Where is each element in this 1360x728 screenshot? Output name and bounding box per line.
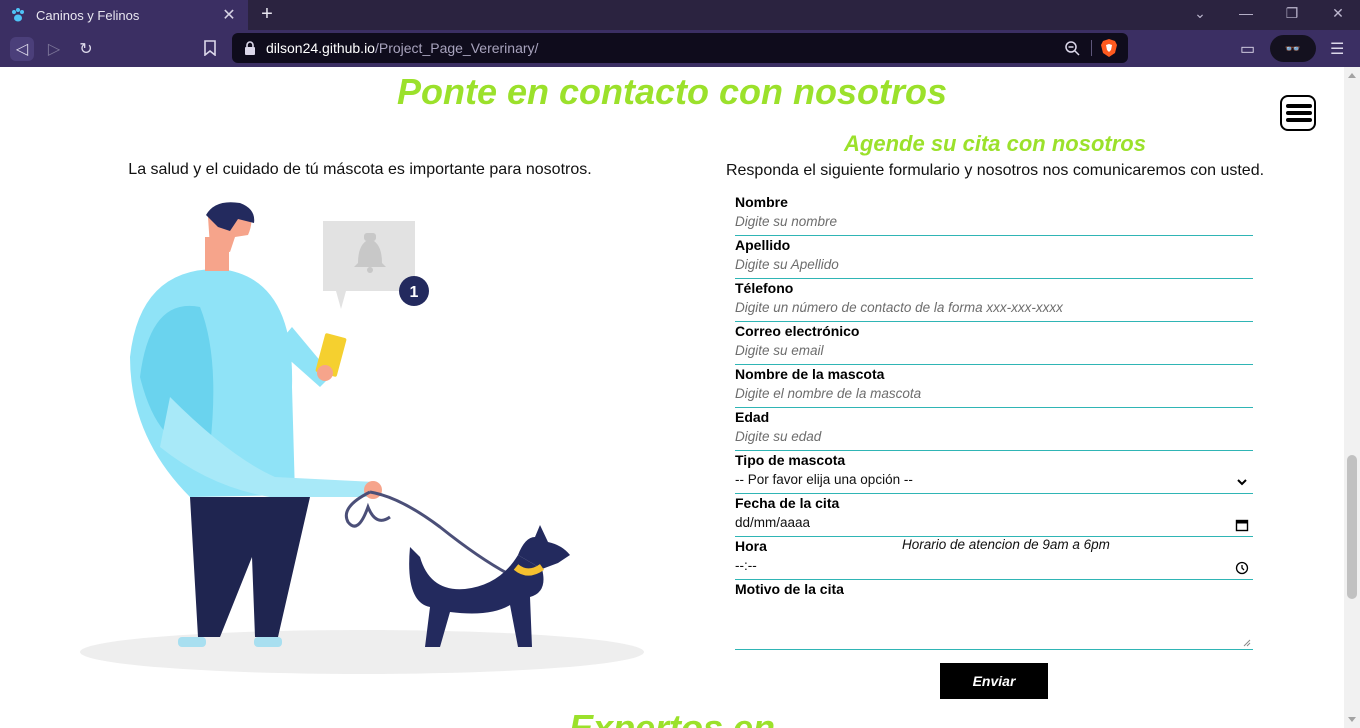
forward-button[interactable]: ▷ [42,37,66,61]
bookmark-icon[interactable] [204,40,216,56]
field-label: Tipo de mascota [735,452,846,468]
tab-title: Caninos y Felinos [36,7,140,23]
man-walking-dog-illustration: 1 [80,202,644,674]
wallet-button[interactable]: 👓 [1270,35,1316,62]
field-label: Télefono [735,280,794,296]
section-title: Expertos en [568,707,776,728]
apellido-field[interactable]: Apellido Digite su Apellido [735,236,1253,279]
resize-handle-icon[interactable] [1243,639,1251,647]
page-content: Ponte en contacto con nosotros La salud … [0,67,1344,728]
new-tab-button[interactable]: + [256,4,278,26]
nombre-field[interactable]: Nombre Digite su nombre [735,193,1253,236]
age-input[interactable]: Digite su edad [735,428,1253,448]
address-bar[interactable]: dilson24.github.io/Project_Page_Vererina… [232,33,1128,63]
scroll-down-icon[interactable] [1348,717,1356,722]
calendar-icon[interactable] [1235,518,1249,532]
field-label: Nombre [735,194,788,210]
pet-type-field[interactable]: Tipo de mascota -- Por favor elija una o… [735,451,1253,494]
browser-tab-bar: Caninos y Felinos ✕ + ⌄ — ❐ ✕ [0,0,1360,30]
telefono-field[interactable]: Télefono Digite un número de contacto de… [735,279,1253,322]
minimize-button[interactable]: — [1236,5,1256,21]
submit-button[interactable]: Enviar [940,663,1048,699]
restore-button[interactable]: ❐ [1282,5,1302,22]
lock-icon [245,41,255,55]
menu-icon[interactable]: ☰ [1330,39,1344,59]
field-label: Motivo de la cita [735,581,844,597]
scrollbar-thumb[interactable] [1347,455,1357,599]
tab-close-icon[interactable]: ✕ [220,5,238,25]
time-input[interactable]: --:-- [735,557,1253,577]
email-input[interactable]: Digite su email [735,342,1253,362]
field-label: Fecha de la cita [735,495,840,511]
browser-tab[interactable]: Caninos y Felinos ✕ [0,0,248,30]
schedule-note: Horario de atencion de 9am a 6pm [902,537,1110,552]
field-label: Edad [735,409,770,425]
back-button[interactable]: ◁ [10,37,34,61]
chevron-down-icon[interactable] [1235,475,1249,489]
hamburger-menu-icon[interactable] [1280,95,1316,131]
nombre-input[interactable]: Digite su nombre [735,213,1253,233]
date-field[interactable]: Fecha de la cita dd/mm/aaaa [735,494,1253,537]
pet-name-input[interactable]: Digite el nombre de la mascota [735,385,1253,405]
apellido-input[interactable]: Digite su Apellido [735,256,1253,276]
age-field[interactable]: Edad Digite su edad [735,408,1253,451]
url-host: dilson24.github.io [266,40,375,56]
sidebar-toggle-icon[interactable]: ▭ [1240,39,1255,59]
field-label: Apellido [735,237,791,253]
reload-button[interactable]: ↻ [74,37,98,61]
address-separator [1091,40,1092,56]
telefono-input[interactable]: Digite un número de contacto de la forma… [735,299,1253,319]
zoom-icon[interactable] [1064,40,1080,56]
clock-icon[interactable] [1235,561,1249,575]
url-path: /Project_Page_Vererinary/ [374,40,539,56]
pet-type-select[interactable]: -- Por favor elija una opción -- [735,471,1253,491]
appointment-form: Nombre Digite su nombre Apellido Digite … [735,193,1253,650]
pet-name-field[interactable]: Nombre de la mascota Digite el nombre de… [735,365,1253,408]
reason-field[interactable]: Motivo de la cita [735,580,1253,650]
page-scrollbar[interactable] [1344,67,1360,728]
brave-shield-icon[interactable] [1100,38,1118,58]
intro-text: La salud y el cuidado de tú máscota es i… [128,161,592,178]
browser-toolbar: ◁ ▷ ↻ dilson24.github.io/Project_Page_Ve… [0,30,1360,67]
close-window-button[interactable]: ✕ [1328,5,1348,22]
paw-icon [12,8,24,22]
field-label: Nombre de la mascota [735,366,885,382]
page-title: Ponte en contacto con nosotros [396,71,948,112]
date-input[interactable]: dd/mm/aaaa [735,514,1253,534]
field-label: Correo electrónico [735,323,860,339]
notification-count: 1 [410,284,419,301]
form-title: Agende su cita con nosotros [844,131,1146,156]
scroll-up-icon[interactable] [1348,73,1356,78]
email-field[interactable]: Correo electrónico Digite su email [735,322,1253,365]
tab-search-icon[interactable]: ⌄ [1190,5,1210,22]
time-field[interactable]: Hora Horario de atencion de 9am a 6pm --… [735,537,1253,580]
form-subtitle: Responda el siguiente formulario y nosot… [725,162,1265,179]
